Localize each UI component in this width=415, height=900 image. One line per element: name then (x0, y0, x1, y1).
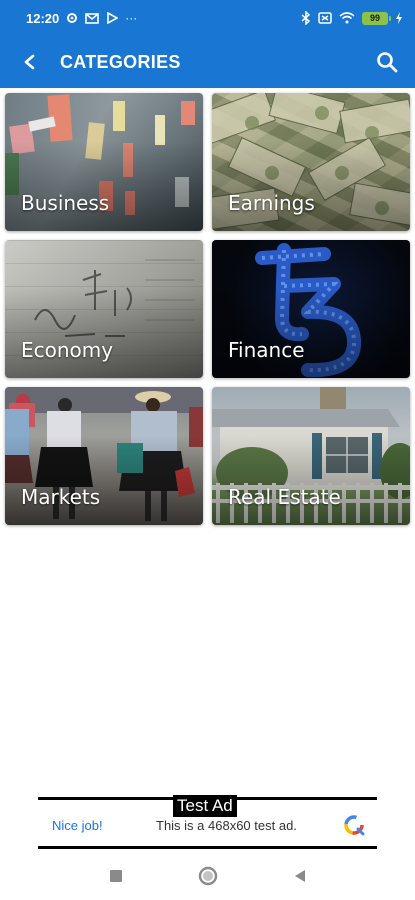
ad-logo-icon (344, 815, 365, 836)
triangle-back-icon (294, 870, 305, 882)
ad-banner[interactable]: Test Ad Nice job! This is a 468x60 test … (38, 795, 377, 849)
ad-nice-text: Nice job! (52, 818, 103, 833)
back-arrow-icon (24, 54, 35, 70)
category-label: Finance (228, 338, 305, 362)
screen: 12:20 ··· 99 CATEGORIES Business Earning… (0, 0, 415, 900)
category-label: Business (21, 191, 110, 215)
circle-icon (198, 866, 217, 886)
wifi-icon (339, 12, 355, 24)
recents-button[interactable] (104, 864, 128, 888)
category-card-markets[interactable]: Markets (5, 387, 203, 525)
category-label: Markets (21, 485, 101, 509)
sim-off-icon (318, 12, 332, 24)
category-card-economy[interactable]: Economy (5, 240, 203, 378)
category-card-real-estate[interactable]: Real Estate (212, 387, 410, 525)
category-card-earnings[interactable]: Earnings (212, 93, 410, 231)
play-store-icon (106, 12, 119, 24)
gear-notification-icon (66, 12, 78, 24)
system-back-button[interactable] (288, 864, 312, 888)
category-grid: Business Earnings Economy Finance Market… (5, 93, 411, 525)
search-icon (377, 52, 398, 73)
status-bar: 12:20 ··· 99 (0, 0, 415, 36)
search-button[interactable] (365, 36, 409, 88)
category-label: Economy (21, 338, 114, 362)
category-label: Earnings (228, 191, 315, 215)
page-title: CATEGORIES (60, 51, 181, 72)
ad-description: This is a 468x60 test ad. (156, 818, 297, 833)
battery-icon: 99 (362, 11, 391, 25)
status-left: 12:20 ··· (26, 11, 137, 26)
category-card-business[interactable]: Business (5, 93, 203, 231)
bluetooth-icon (301, 11, 311, 25)
square-icon (109, 870, 122, 882)
mail-icon (85, 12, 100, 24)
more-notifications-icon: ··· (125, 11, 138, 25)
app-bar: CATEGORIES (0, 36, 415, 88)
status-right: 99 (301, 11, 403, 25)
status-time: 12:20 (26, 10, 60, 26)
category-card-finance[interactable]: Finance (212, 240, 410, 378)
home-button[interactable] (196, 864, 220, 888)
back-button[interactable] (0, 36, 60, 88)
charging-icon (395, 12, 403, 24)
category-label: Real Estate (228, 485, 341, 509)
system-nav-bar (0, 852, 415, 900)
ad-tag: Test Ad (173, 795, 237, 817)
